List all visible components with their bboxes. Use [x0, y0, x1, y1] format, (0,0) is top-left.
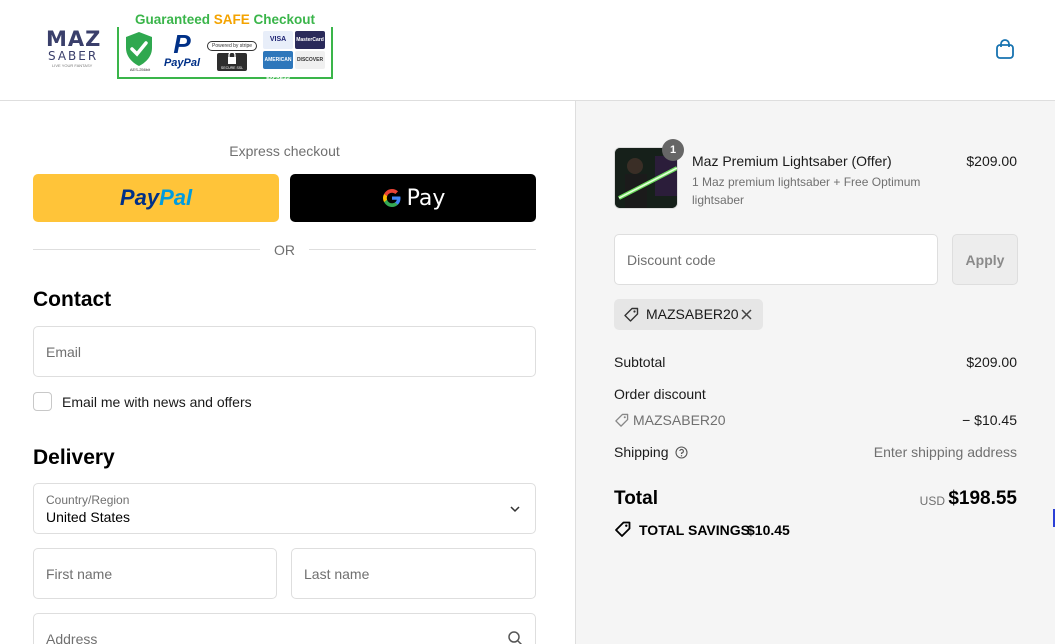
header: MAZ SABER LIVE YOUR FANTASY Guaranteed S…: [0, 0, 1055, 101]
discount-value: − $10.45: [962, 412, 1017, 428]
shipping-label: Shipping: [614, 444, 688, 460]
discover-card-icon: DISCOVER: [295, 51, 325, 69]
stripe-badge: Powered by stripe SECURE SSL: [207, 37, 257, 75]
maz-saber-logo[interactable]: MAZ SABER LIVE YOUR FANTASY: [46, 28, 108, 72]
help-circle-icon[interactable]: [674, 446, 688, 459]
product-price: $209.00: [966, 153, 1017, 169]
discount-code-field[interactable]: Discount code: [614, 234, 938, 285]
shipping-value: Enter shipping address: [873, 444, 1017, 460]
last-name-input[interactable]: [292, 549, 535, 598]
powered-by-stripe: Powered by stripe: [207, 41, 257, 51]
order-summary: 1 Maz Premium Lightsaber (Offer) 1 Maz p…: [575, 101, 1055, 644]
chevron-down-icon: [509, 502, 521, 514]
tag-icon: [614, 413, 629, 428]
total-currency: USD: [919, 494, 945, 508]
contact-heading: Contact: [33, 288, 112, 311]
google-pay-button[interactable]: Pay: [290, 174, 536, 222]
badge-title: Guaranteed SAFE Checkout: [117, 12, 333, 27]
applied-discount-chip: MAZSABER20: [614, 299, 763, 330]
paypal-button[interactable]: PayPal: [33, 174, 279, 222]
logo-tagline: LIVE YOUR FANTASY: [52, 63, 93, 68]
amex-card-icon: AMERICAN EXPRESS: [263, 51, 293, 81]
card-logos: VISA MasterCard AMERICAN EXPRESS DISCOVE…: [263, 31, 327, 81]
paypal-badge-label: PayPal: [163, 57, 201, 69]
first-name-field[interactable]: First name: [33, 548, 277, 599]
shield-check-icon: [124, 31, 154, 71]
total-value: $198.55: [948, 488, 1017, 509]
shield-label: AES-256bit: [129, 67, 151, 72]
apply-button[interactable]: Apply: [952, 234, 1018, 285]
quantity-badge: 1: [662, 139, 684, 161]
paypal-badge: P PayPal: [159, 31, 205, 71]
google-g-icon: [381, 187, 403, 209]
express-checkout-label: Express checkout: [229, 143, 340, 159]
subtotal-label: Subtotal: [614, 354, 666, 370]
visa-card-icon: VISA: [263, 31, 293, 49]
total-label: Total: [614, 488, 658, 509]
tag-icon: [614, 521, 631, 538]
country-select[interactable]: Country/Region United States: [33, 483, 536, 534]
paypal-p-icon: P: [173, 29, 191, 59]
email-input[interactable]: [34, 327, 535, 376]
tag-icon: [623, 307, 639, 323]
checkout-form: Express checkout PayPal Pay OR Contact E…: [0, 101, 575, 644]
order-discount-label: Order discount: [614, 386, 706, 402]
product-title: Maz Premium Lightsaber (Offer): [692, 153, 892, 169]
logo-maz: MAZ: [46, 27, 102, 51]
mastercard-icon: MasterCard: [295, 31, 325, 49]
last-name-field[interactable]: Last name: [291, 548, 536, 599]
logo-saber: SABER: [48, 49, 99, 63]
search-icon: [507, 630, 523, 644]
first-name-input[interactable]: [34, 549, 276, 598]
delivery-heading: Delivery: [33, 446, 115, 469]
applied-code-text: MAZSABER20: [646, 306, 739, 322]
shopping-bag-icon[interactable]: [994, 38, 1016, 60]
product-description: 1 Maz premium lightsaber + Free Optimum …: [692, 175, 921, 207]
or-divider: OR: [33, 241, 536, 259]
email-field[interactable]: Email: [33, 326, 536, 377]
subtotal-value: $209.00: [966, 354, 1017, 370]
country-value: United States: [46, 509, 131, 525]
country-label: Country/Region: [46, 493, 130, 507]
newsletter-checkbox[interactable]: [33, 392, 52, 411]
address-field[interactable]: Address: [33, 613, 536, 644]
secure-ssl-label: SECURE SSL: [220, 66, 244, 70]
newsletter-label: Email me with news and offers: [62, 394, 252, 410]
address-input[interactable]: [34, 614, 535, 644]
safe-checkout-badge: Guaranteed SAFE Checkout AES-256bit P Pa…: [117, 12, 333, 81]
remove-discount-icon[interactable]: [740, 308, 753, 321]
